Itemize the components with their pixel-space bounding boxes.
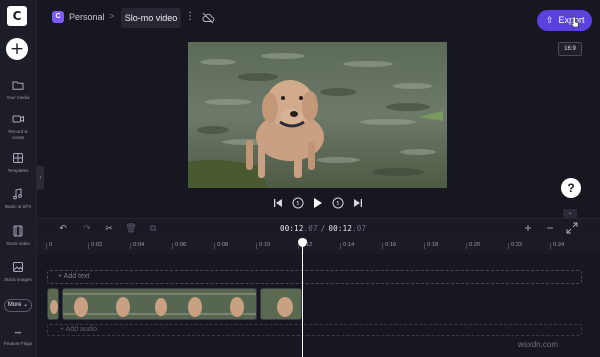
play-icon[interactable] bbox=[314, 198, 322, 208]
delete-icon[interactable]: 🗑 bbox=[125, 222, 137, 234]
sidebar-item-stock-images[interactable]: Stock images bbox=[0, 260, 36, 283]
camera-icon bbox=[12, 115, 24, 123]
more-button[interactable]: More ⌄ bbox=[4, 299, 32, 312]
playhead[interactable] bbox=[298, 238, 307, 357]
clip-thumbnail bbox=[261, 289, 301, 319]
folder-icon bbox=[12, 81, 24, 90]
sidebar-item-your-media[interactable]: Your media bbox=[0, 78, 36, 101]
current-time: 00:12 bbox=[280, 224, 304, 233]
sidebar-item-label: Stock video bbox=[6, 241, 30, 246]
undo-icon[interactable]: ↶ bbox=[57, 222, 69, 234]
add-text-label: + Add text bbox=[58, 273, 90, 280]
video-track bbox=[47, 288, 302, 320]
ruler-tick: 0:14 bbox=[339, 242, 355, 249]
timeline-toolbar: ↶ ↷ ✂ 🗑 ⧉ 00:12.07/00:12.07 + − bbox=[37, 218, 600, 238]
expand-timeline-button[interactable]: ⌄ bbox=[563, 209, 577, 218]
app-logo-letter: C bbox=[12, 9, 22, 23]
audio-track[interactable]: + Add audio bbox=[47, 324, 582, 336]
sidebar-item-stock-video[interactable]: Stock video bbox=[0, 224, 36, 247]
sidebar-item-record-create[interactable]: Record & create bbox=[0, 112, 36, 140]
upload-icon: ⇧ bbox=[546, 15, 554, 25]
sidebar-item-label: Feature Flags bbox=[3, 341, 33, 346]
redo-icon[interactable]: ↷ bbox=[81, 222, 93, 234]
add-audio-label: + Add audio bbox=[60, 326, 98, 333]
top-bar: C Personal > Slo-mo video ⋮ ⇧ Export bbox=[37, 0, 600, 40]
ruler-tick: 0:02 bbox=[87, 242, 103, 249]
aspect-ratio-button[interactable]: 16:9 bbox=[558, 42, 582, 56]
text-track[interactable]: + Add text bbox=[47, 270, 582, 284]
add-media-button[interactable]: + bbox=[6, 38, 28, 60]
zoom-out-button[interactable]: − bbox=[544, 222, 556, 234]
breadcrumb-separator: > bbox=[109, 11, 115, 21]
sidebar: C + Your media Record & create Templates… bbox=[0, 0, 37, 357]
collapse-panel-button[interactable]: › bbox=[37, 166, 44, 190]
ruler-tick: 0 bbox=[45, 242, 53, 249]
ruler-tick: 0:04 bbox=[129, 242, 145, 249]
playback-controls: 5 5 bbox=[268, 195, 368, 211]
ruler-tick: 0:18 bbox=[423, 242, 439, 249]
clip-thumbnail bbox=[48, 289, 58, 319]
video-clip[interactable] bbox=[62, 288, 257, 320]
app-logo[interactable]: C bbox=[7, 6, 27, 26]
ruler-tick: 0:08 bbox=[213, 242, 229, 249]
cloud-off-icon bbox=[202, 12, 215, 24]
skip-forward-icon[interactable] bbox=[354, 199, 362, 207]
film-icon bbox=[13, 225, 23, 237]
sidebar-item-label: Record & create bbox=[8, 129, 28, 140]
kebab-menu-icon[interactable]: ⋮ bbox=[185, 11, 195, 22]
sidebar-item-templates[interactable]: Templates bbox=[0, 151, 36, 174]
svg-text:5: 5 bbox=[336, 201, 339, 207]
video-preview[interactable] bbox=[188, 42, 447, 188]
sidebar-item-music-sfx[interactable]: Music & SFX bbox=[0, 187, 36, 210]
mouse-cursor-icon bbox=[570, 16, 579, 28]
ruler-tick: 0:22 bbox=[507, 242, 523, 249]
time-separator: / bbox=[320, 224, 326, 233]
project-title-input[interactable]: Slo-mo video bbox=[121, 8, 181, 28]
rewind-5-icon[interactable]: 5 bbox=[292, 197, 304, 209]
video-clip[interactable] bbox=[47, 288, 59, 320]
ruler-tick: 0:06 bbox=[171, 242, 187, 249]
watermark-text: wsxdn.com bbox=[518, 340, 559, 349]
image-icon bbox=[13, 262, 23, 272]
current-frames: .07 bbox=[303, 224, 318, 233]
ruler-tick: 0:24 bbox=[549, 242, 565, 249]
sidebar-item-label: Your media bbox=[6, 95, 30, 100]
timecode-display: 00:12.07/00:12.07 bbox=[280, 224, 366, 233]
templates-icon bbox=[13, 153, 23, 163]
video-frame bbox=[188, 42, 447, 188]
dots-icon: ••• bbox=[14, 331, 22, 337]
svg-text:5: 5 bbox=[296, 201, 299, 207]
forward-5-icon[interactable]: 5 bbox=[332, 197, 344, 209]
skip-back-icon[interactable] bbox=[274, 199, 282, 207]
duplicate-icon[interactable]: ⧉ bbox=[147, 222, 159, 234]
video-clip[interactable] bbox=[260, 288, 302, 320]
sidebar-item-feature-flags[interactable]: ••• Feature Flags bbox=[0, 330, 36, 347]
help-button[interactable]: ? bbox=[561, 178, 581, 198]
total-time: 00:12 bbox=[328, 224, 353, 233]
export-button[interactable]: ⇧ Export bbox=[537, 10, 592, 31]
ruler-tick: 0:10 bbox=[255, 242, 271, 249]
total-frames: .07 bbox=[352, 224, 367, 233]
timeline-ruler[interactable]: 0 0:02 0:04 0:06 0:08 0:10 0:12 0:14 0:1… bbox=[37, 238, 600, 254]
workspace-chip[interactable]: C bbox=[52, 11, 64, 23]
zoom-in-button[interactable]: + bbox=[522, 222, 534, 234]
sidebar-item-label: Templates bbox=[7, 168, 29, 173]
clip-thumbnail bbox=[63, 289, 256, 319]
ruler-tick: 0:20 bbox=[465, 242, 481, 249]
music-icon bbox=[13, 188, 22, 200]
fit-timeline-icon[interactable] bbox=[566, 222, 578, 234]
sidebar-item-label: Music & SFX bbox=[4, 204, 32, 209]
sidebar-item-label: Stock images bbox=[4, 277, 32, 282]
ruler-tick: 0:16 bbox=[381, 242, 397, 249]
split-scissors-icon[interactable]: ✂ bbox=[103, 222, 115, 234]
workspace-name[interactable]: Personal bbox=[69, 12, 105, 22]
